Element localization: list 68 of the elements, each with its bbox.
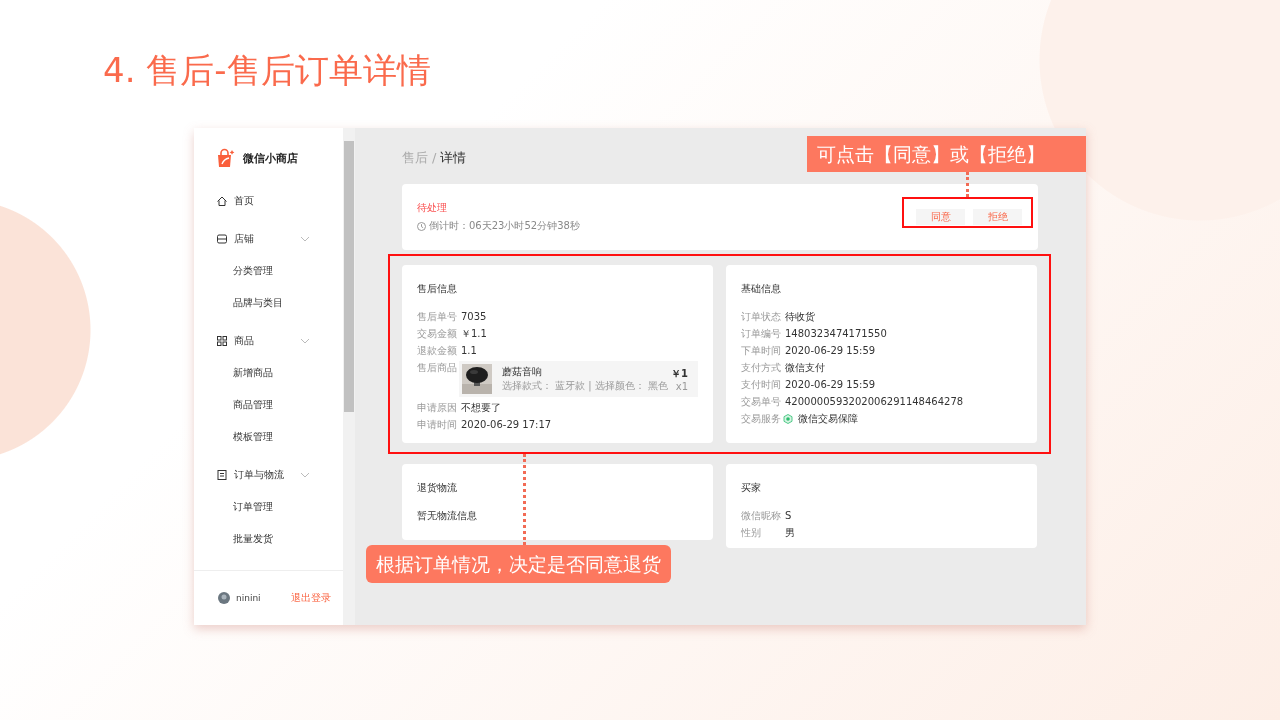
field-label: 售后单号: [417, 310, 458, 323]
field-value: 微信支付: [785, 361, 825, 374]
field-label: 申请时间: [417, 418, 458, 431]
field-label: 售后商品: [417, 361, 458, 374]
nav-group[interactable]: 订单与物流: [194, 459, 343, 491]
countdown-text: 倒计时：06天23小时52分钟38秒: [429, 219, 580, 233]
nav-item[interactable]: 分类管理: [194, 255, 343, 287]
product-quantity: x1: [674, 380, 688, 392]
nav-item[interactable]: 模板管理: [194, 421, 343, 453]
field-label: 订单编号: [741, 327, 782, 340]
field-label: 支付方式: [741, 361, 782, 374]
home-icon: [216, 195, 228, 207]
avatar: [218, 592, 230, 604]
product-spec: 选择款式： 蓝牙款 | 选择颜色： 黑色: [502, 379, 670, 393]
field-value: 1.1: [461, 344, 477, 357]
callout: 根据订单情况，决定是否同意退货: [366, 545, 671, 583]
breadcrumb-separator: /: [432, 149, 437, 167]
callout: 可点击【同意】或【拒绝】: [807, 136, 1086, 172]
field-value: 不想要了: [461, 401, 501, 414]
status-text: 待处理: [417, 201, 448, 215]
field-value: 2020-06-29 15:59: [785, 344, 876, 357]
shop-bag-logo: [215, 148, 235, 168]
card-title: 售后信息: [417, 282, 458, 296]
breadcrumb-item: 详情: [440, 149, 467, 167]
field-value: ￥1.1: [461, 327, 487, 340]
nav-group[interactable]: 首页: [194, 185, 343, 217]
slide-title: 4. 售后-售后订单详情: [103, 49, 432, 92]
product-name: 蘑菇音响: [502, 365, 543, 379]
field-label: 交易金额: [417, 327, 458, 340]
list-icon: [216, 469, 228, 481]
nav-item[interactable]: 品牌与类目: [194, 287, 343, 319]
card-title: 基础信息: [741, 282, 782, 296]
field-value: 2020-06-29 15:59: [785, 378, 876, 391]
field-value: 微信交易保障: [798, 412, 858, 425]
field-label: 交易单号: [741, 395, 782, 408]
shop-icon: [216, 233, 228, 245]
nav-item[interactable]: 新增商品: [194, 357, 343, 389]
grid-icon: [216, 335, 228, 347]
empty-text: 暂无物流信息: [417, 509, 478, 523]
field-label: 交易服务: [741, 412, 782, 425]
field-value: 男: [785, 526, 795, 539]
card-title: 买家: [741, 481, 762, 495]
card-title: 退货物流: [417, 481, 458, 495]
nav-item[interactable]: 订单管理: [194, 491, 343, 523]
product-price: ￥1: [671, 366, 688, 381]
brand-name: 微信小商店: [243, 150, 298, 166]
nav-item[interactable]: 商品管理: [194, 389, 343, 421]
nav-item[interactable]: 批量发货: [194, 523, 343, 555]
field-label: 申请原因: [417, 401, 458, 414]
field-label: 订单状态: [741, 310, 782, 323]
shield-icon: [783, 413, 793, 424]
field-label: 退款金额: [417, 344, 458, 357]
user-name: ninini: [236, 593, 262, 603]
clock-icon: [417, 221, 426, 231]
nav-group[interactable]: 商品: [194, 325, 343, 357]
field-label: 下单时间: [741, 344, 782, 357]
scrollbar[interactable]: [343, 128, 355, 625]
field-label: 性别: [741, 526, 762, 539]
field-value: S: [785, 509, 792, 522]
scroll-thumb[interactable]: [344, 141, 354, 412]
field-value: 4200000593202006291148464278: [785, 395, 964, 408]
field-label: 微信昵称: [741, 509, 782, 522]
field-value: 待收货: [785, 310, 815, 323]
nav-group[interactable]: 店铺: [194, 223, 343, 255]
field-label: 支付时间: [741, 378, 782, 391]
field-value: 7035: [461, 310, 487, 323]
field-value: 2020-06-29 17:17: [461, 418, 552, 431]
field-value: 1480323474171550: [785, 327, 887, 340]
